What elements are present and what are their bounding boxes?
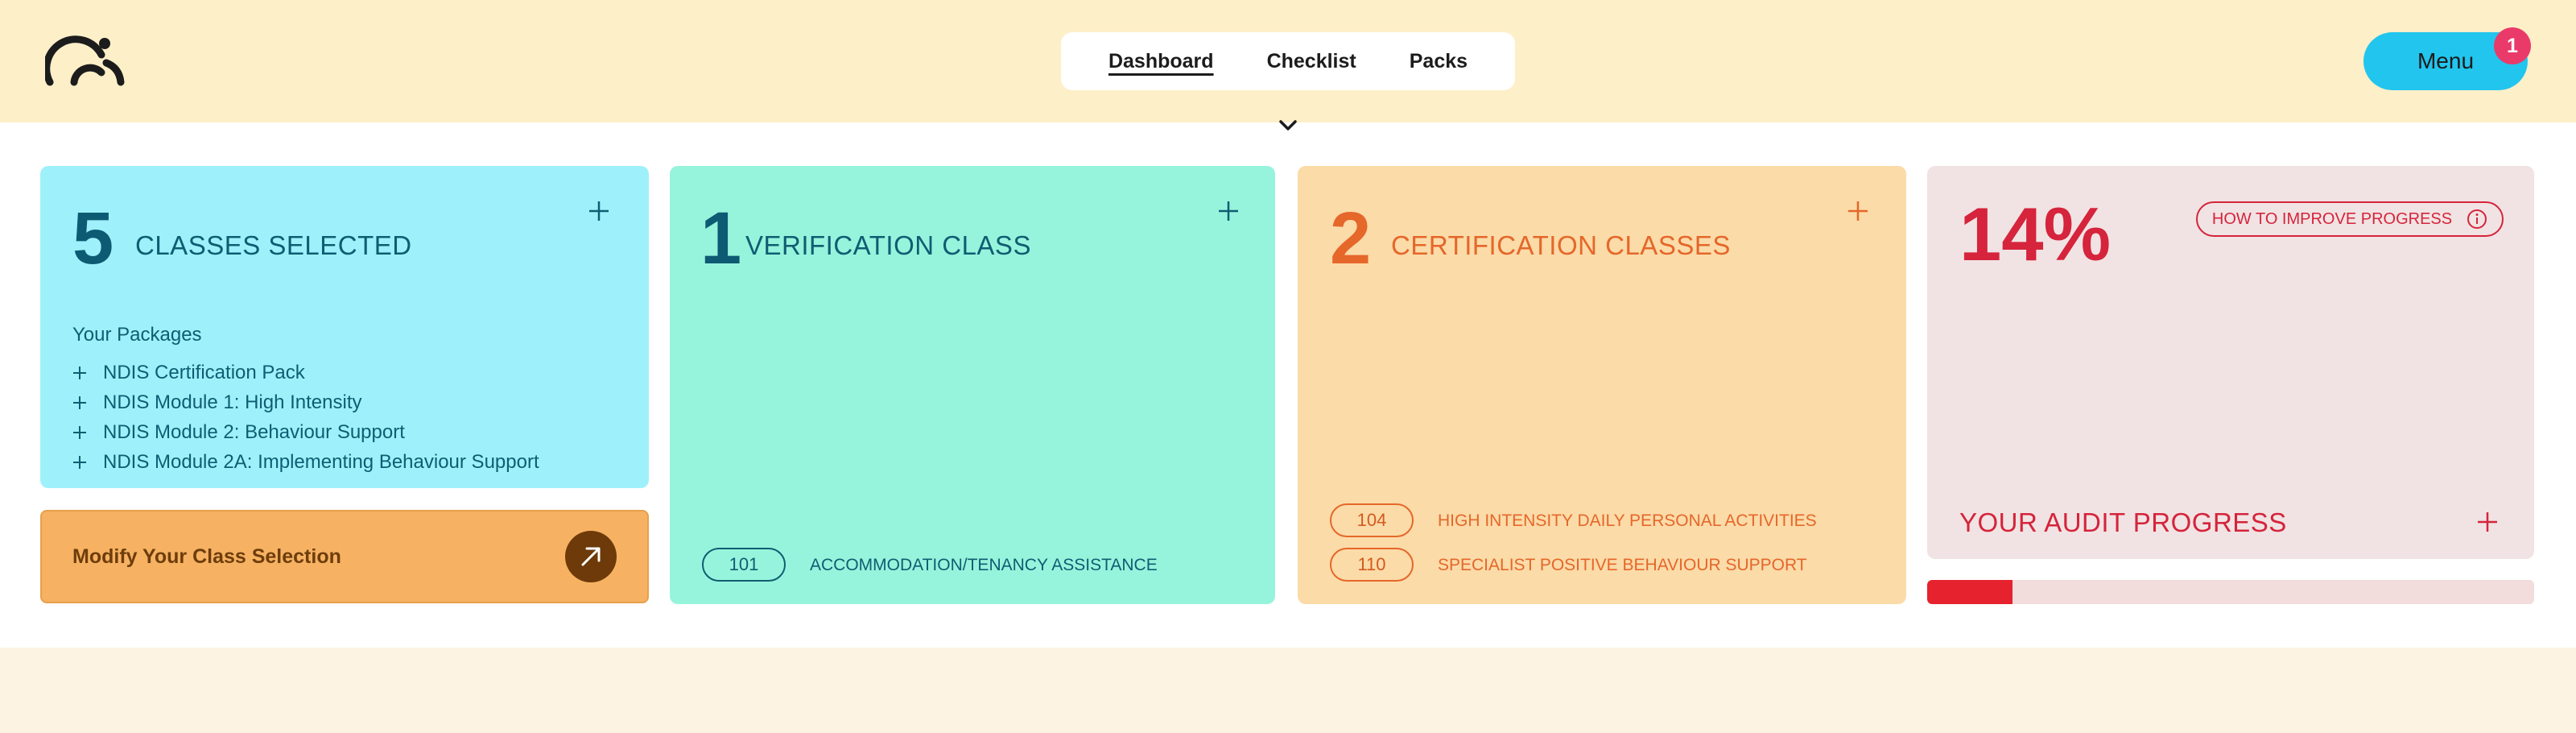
package-item: NDIS Module 1: High Intensity [72,387,539,417]
package-item: NDIS Module 2: Behaviour Support [72,417,539,447]
modify-class-selection-button[interactable]: Modify Your Class Selection [40,510,649,603]
package-name: NDIS Module 1: High Intensity [103,391,362,413]
package-name: NDIS Module 2: Behaviour Support [103,420,405,443]
plus-icon [73,366,86,379]
chevron-down-icon[interactable] [1278,118,1298,134]
audit-progress-bar [1927,580,2534,604]
plus-icon[interactable] [1847,200,1869,222]
package-item: NDIS Module 2A: Implementing Behaviour S… [72,447,539,477]
plus-icon[interactable] [1217,200,1240,222]
classes-selected-card: 5 CLASSES SELECTED Your Packages NDIS Ce… [40,166,649,488]
classes-selected-title: CLASSES SELECTED [135,230,412,260]
package-list: NDIS Certification Pack NDIS Module 1: H… [72,358,539,477]
verification-class-card: 1 VERIFICATION CLASS 101 ACCOMMODATION/T… [670,166,1275,604]
verification-class-title: VERIFICATION CLASS [745,230,1031,260]
arrow-up-right-icon[interactable] [565,531,617,582]
package-name: NDIS Certification Pack [103,361,305,383]
audit-progress-title: YOUR AUDIT PROGRESS [1959,507,2287,537]
info-icon [2467,209,2487,229]
nav-dashboard[interactable]: Dashboard [1108,50,1214,73]
logo-icon[interactable] [45,35,126,87]
nav-packs[interactable]: Packs [1410,50,1468,73]
plus-icon [73,455,86,469]
how-to-improve-label: HOW TO IMPROVE PROGRESS [2211,209,2453,228]
class-label: SPECIALIST POSITIVE BEHAVIOUR SUPPORT [1438,556,1807,574]
class-code-pill: 104 [1330,503,1414,537]
audit-progress-fill [1927,580,2013,604]
certification-classes-card: 2 CERTIFICATION CLASSES 104 HIGH INTENSI… [1298,166,1906,604]
package-item: NDIS Certification Pack [72,358,539,387]
plus-icon [73,425,86,439]
packages-heading: Your Packages [72,324,202,346]
verification-count: 1 [700,197,742,280]
notification-badge: 1 [2494,27,2531,64]
certification-classes-title: CERTIFICATION CLASSES [1391,230,1731,260]
class-label: ACCOMMODATION/TENANCY ASSISTANCE [810,556,1158,574]
dashboard-content: 5 CLASSES SELECTED Your Packages NDIS Ce… [0,122,2576,648]
modify-class-selection-label: Modify Your Class Selection [72,545,341,568]
menu-button-label: Menu [2417,48,2475,73]
plus-icon [73,395,86,409]
class-label: HIGH INTENSITY DAILY PERSONAL ACTIVITIES [1438,511,1817,530]
package-name: NDIS Module 2A: Implementing Behaviour S… [103,450,539,473]
certification-count: 2 [1330,197,1372,280]
classes-count: 5 [72,197,114,280]
class-code-pill: 110 [1330,548,1414,582]
nav-checklist[interactable]: Checklist [1267,50,1356,73]
top-nav: Dashboard Checklist Packs [1061,32,1515,90]
plus-icon[interactable] [588,200,610,222]
how-to-improve-button[interactable]: HOW TO IMPROVE PROGRESS [2196,201,2504,237]
header-bar: Dashboard Checklist Packs Menu 1 [0,0,2576,122]
plus-icon[interactable] [2476,511,2499,533]
audit-percent: 14% [1959,192,2112,276]
class-code-pill: 101 [702,548,786,582]
